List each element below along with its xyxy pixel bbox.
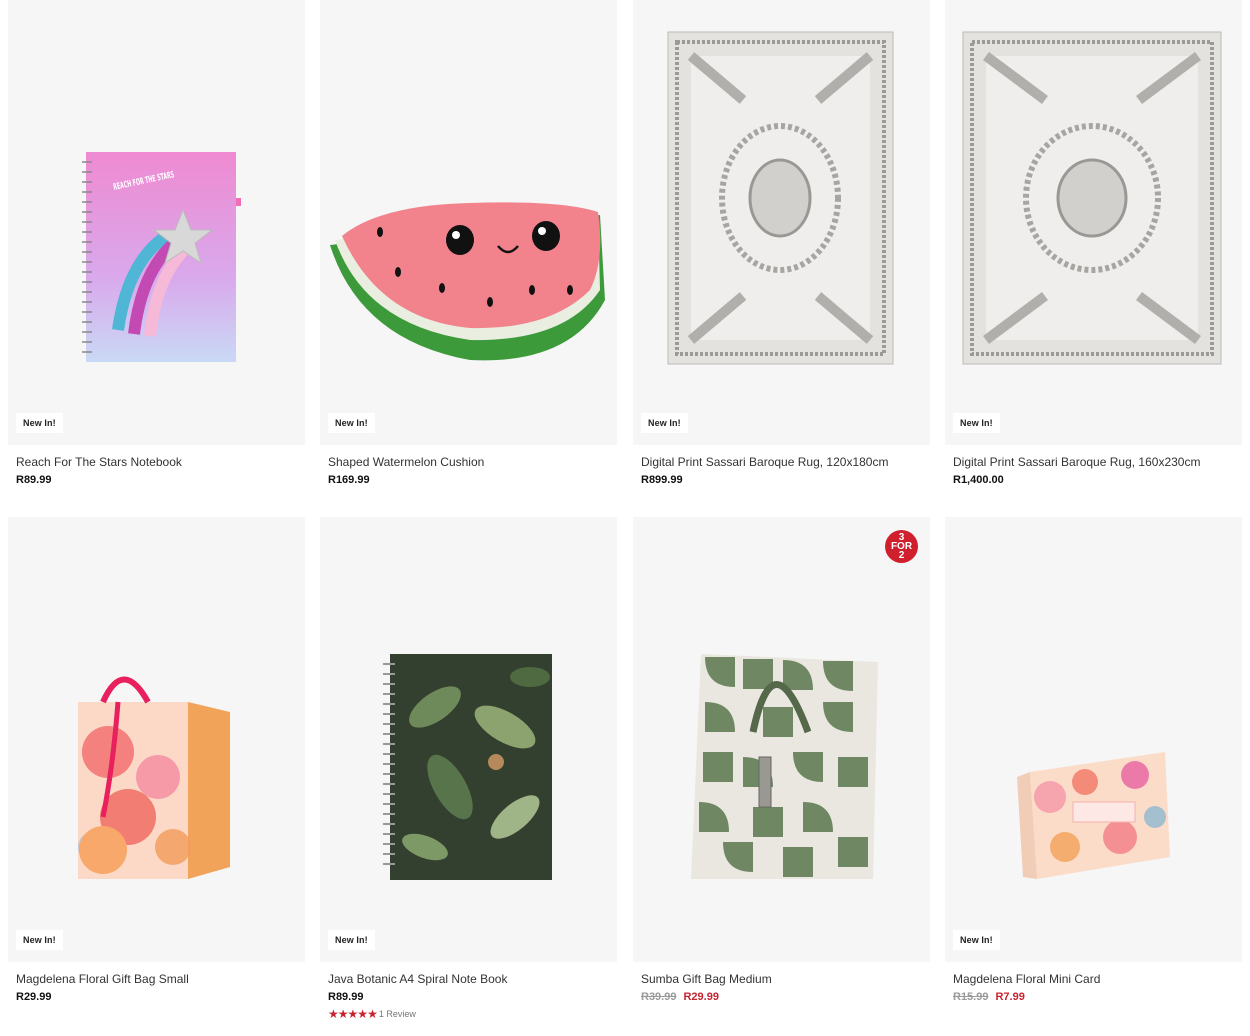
product-image[interactable]: New In! bbox=[320, 0, 617, 445]
watermelon-cushion-image bbox=[330, 202, 605, 361]
product-title[interactable]: Digital Print Sassari Baroque Rug, 160x2… bbox=[953, 455, 1200, 469]
product-grid: REACH FOR THE STARS New In! Reach For Th… bbox=[0, 0, 1250, 1036]
rating-stars[interactable]: ★ ★ ★ ★ ★ 1 Review bbox=[328, 1008, 416, 1020]
new-in-badge: New In! bbox=[16, 413, 63, 433]
product-title[interactable]: Reach For The Stars Notebook bbox=[16, 455, 182, 469]
sale-price: R29.99 bbox=[683, 991, 719, 1003]
product-price: R89.99 bbox=[16, 474, 52, 486]
new-in-badge: New In! bbox=[641, 413, 688, 433]
pink-notebook-image: REACH FOR THE STARS bbox=[82, 152, 241, 362]
product-price: R29.99 bbox=[16, 991, 52, 1003]
new-in-badge: New In! bbox=[953, 930, 1000, 950]
review-count[interactable]: 1 Review bbox=[379, 1009, 416, 1019]
product-title[interactable]: Magdelena Floral Gift Bag Small bbox=[16, 972, 189, 986]
was-price: R15.99 bbox=[953, 991, 989, 1003]
product-title[interactable]: Sumba Gift Bag Medium bbox=[641, 972, 772, 986]
product-image[interactable]: 3 FOR 2 bbox=[633, 517, 930, 962]
new-in-badge: New In! bbox=[16, 930, 63, 950]
new-in-badge: New In! bbox=[953, 413, 1000, 433]
product-price: R1,400.00 bbox=[953, 474, 1004, 486]
floral-card-image bbox=[1017, 752, 1170, 879]
product-image[interactable]: New In! bbox=[945, 517, 1242, 962]
3-for-2-promo-badge: 3 FOR 2 bbox=[885, 530, 918, 563]
product-image[interactable]: REACH FOR THE STARS New In! bbox=[8, 0, 305, 445]
product-title[interactable]: Digital Print Sassari Baroque Rug, 120x1… bbox=[641, 455, 888, 469]
green-gift-bag-image bbox=[691, 654, 878, 879]
product-title[interactable]: Magdelena Floral Mini Card bbox=[953, 972, 1100, 986]
rug-image bbox=[962, 31, 1222, 365]
product-image[interactable]: New In! bbox=[320, 517, 617, 962]
was-price: R39.99 bbox=[641, 991, 677, 1003]
product-price: R89.99 bbox=[328, 991, 364, 1003]
floral-gift-bag-image bbox=[78, 676, 230, 879]
botanic-notebook-image bbox=[383, 654, 552, 880]
rug-image bbox=[667, 31, 894, 365]
product-price: R899.99 bbox=[641, 474, 683, 486]
product-price: R39.99 R29.99 bbox=[641, 991, 719, 1003]
product-title[interactable]: Shaped Watermelon Cushion bbox=[328, 455, 484, 469]
promo-line: 2 bbox=[898, 550, 905, 561]
sale-price: R7.99 bbox=[995, 991, 1025, 1003]
product-image[interactable]: New In! bbox=[633, 0, 930, 445]
new-in-badge: New In! bbox=[328, 930, 375, 950]
product-price: R15.99 R7.99 bbox=[953, 991, 1025, 1003]
new-in-badge: New In! bbox=[328, 413, 375, 433]
product-image[interactable]: New In! bbox=[8, 517, 305, 962]
star-icon: ★ bbox=[367, 1007, 378, 1021]
product-image[interactable]: New In! bbox=[945, 0, 1242, 445]
product-title[interactable]: Java Botanic A4 Spiral Note Book bbox=[328, 972, 507, 986]
product-price: R169.99 bbox=[328, 474, 370, 486]
